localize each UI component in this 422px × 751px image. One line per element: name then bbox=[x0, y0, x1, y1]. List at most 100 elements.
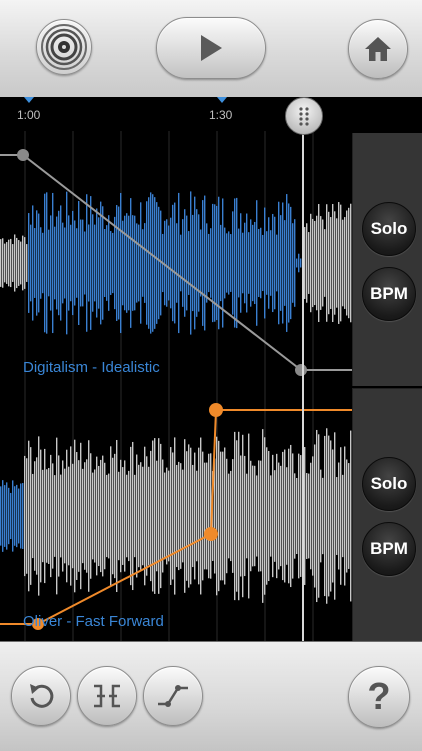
waveform-sample bbox=[0, 486, 2, 546]
waveform-sample bbox=[340, 204, 342, 322]
waveform-sample bbox=[202, 200, 204, 326]
waveform-sample bbox=[308, 473, 310, 559]
waveform-sample bbox=[208, 453, 210, 579]
waveform-sample bbox=[240, 213, 242, 313]
waveform-sample bbox=[16, 237, 18, 289]
waveform-sample bbox=[76, 452, 78, 580]
waveform-sample bbox=[194, 452, 196, 580]
undo-icon bbox=[30, 684, 54, 708]
waveform-sample bbox=[2, 238, 4, 288]
help-button[interactable]: ? bbox=[348, 666, 410, 728]
waveform-sample bbox=[86, 459, 88, 573]
undo-button[interactable] bbox=[11, 666, 71, 726]
waveform-sample bbox=[48, 229, 50, 297]
waveform-sample bbox=[38, 436, 40, 596]
waveform-sample bbox=[198, 214, 200, 312]
waveform-sample bbox=[298, 453, 300, 579]
waveform-sample bbox=[308, 232, 310, 294]
timeline-ruler[interactable]: 1:00 1:30 bbox=[0, 97, 422, 131]
waveform-sample bbox=[88, 440, 90, 592]
waveform-sample bbox=[312, 218, 314, 308]
waveform-sample bbox=[60, 474, 62, 558]
waveform-sample bbox=[246, 473, 248, 559]
playhead-handle[interactable] bbox=[285, 97, 323, 135]
waveform-sample bbox=[226, 458, 228, 574]
waveform-sample bbox=[206, 462, 208, 570]
waveform-sample bbox=[320, 216, 322, 310]
waveform-sample bbox=[290, 444, 292, 588]
waveform-sample bbox=[108, 473, 110, 559]
waveform-sample bbox=[348, 463, 350, 569]
waveform-sample bbox=[208, 233, 210, 293]
home-button[interactable] bbox=[348, 19, 408, 79]
waveform-sample bbox=[70, 224, 72, 302]
waveform-sample bbox=[62, 222, 64, 304]
waveform-sample bbox=[198, 447, 200, 585]
solo-button-track-2[interactable]: Solo bbox=[362, 457, 416, 511]
waveform-sample bbox=[280, 215, 282, 311]
waveform-sample bbox=[122, 467, 124, 565]
waveform-sample bbox=[44, 448, 46, 584]
envelope-point[interactable] bbox=[209, 403, 223, 417]
waveform-sample bbox=[24, 237, 26, 289]
waveform-sample bbox=[184, 209, 186, 317]
logo-button[interactable] bbox=[36, 19, 92, 75]
waveform-sample bbox=[134, 474, 136, 558]
waveform-sample bbox=[324, 229, 326, 297]
waveform-sample bbox=[68, 215, 70, 311]
waveform-sample bbox=[338, 462, 340, 570]
envelope-point[interactable] bbox=[17, 149, 29, 161]
waveform-sample bbox=[30, 224, 32, 302]
waveform-sample bbox=[246, 213, 248, 313]
waveform-sample bbox=[186, 451, 188, 581]
waveform-sample bbox=[310, 462, 312, 570]
waveform-sample bbox=[48, 467, 50, 565]
waveform-sample bbox=[130, 446, 132, 586]
waveform-sample bbox=[116, 205, 118, 321]
waveform-sample bbox=[180, 463, 182, 569]
waveform-sample bbox=[188, 444, 190, 588]
envelope-point[interactable] bbox=[295, 364, 307, 376]
waveform-sample bbox=[252, 224, 254, 302]
bpm-button-track-2[interactable]: BPM bbox=[362, 522, 416, 576]
waveform-sample bbox=[102, 206, 104, 320]
waveform-sample bbox=[274, 470, 276, 562]
waveform-sample bbox=[106, 474, 108, 558]
cue-marker-2[interactable] bbox=[217, 97, 227, 103]
waveform-sample bbox=[28, 213, 30, 313]
play-button[interactable] bbox=[156, 17, 266, 79]
waveform-sample bbox=[316, 215, 318, 311]
waveform-sample bbox=[178, 461, 180, 571]
waveform-sample bbox=[20, 241, 22, 285]
cue-marker-1[interactable] bbox=[24, 97, 34, 103]
waveform-sample bbox=[58, 455, 60, 577]
solo-button-track-1[interactable]: Solo bbox=[362, 202, 416, 256]
waveform-sample bbox=[22, 235, 24, 291]
waveform-sample bbox=[266, 447, 268, 585]
crossfade-curve-button[interactable] bbox=[143, 666, 203, 726]
waveform-sample bbox=[180, 234, 182, 292]
waveform-sample bbox=[170, 217, 172, 309]
waveform-track-1[interactable] bbox=[0, 191, 352, 335]
waveform-sample bbox=[324, 435, 326, 597]
waveform-sample bbox=[54, 226, 56, 300]
waveform-sample bbox=[74, 439, 76, 593]
waveform-sample bbox=[328, 211, 330, 315]
waveform-sample bbox=[134, 215, 136, 311]
waveform-sample bbox=[224, 227, 226, 299]
envelope-point[interactable] bbox=[204, 527, 218, 541]
waveform-sample bbox=[10, 238, 12, 288]
waveform-sample bbox=[248, 232, 250, 294]
bpm-button-track-1[interactable]: BPM bbox=[362, 267, 416, 321]
waveform-sample bbox=[36, 210, 38, 316]
waveform-sample bbox=[12, 480, 14, 552]
waveform-sample bbox=[34, 228, 36, 298]
waveform-sample bbox=[32, 205, 34, 321]
waveform-sample bbox=[114, 216, 116, 310]
waveform-sample bbox=[148, 466, 150, 566]
waveform-track-2[interactable] bbox=[0, 428, 352, 604]
waveform-sample bbox=[70, 446, 72, 586]
waveform-sample bbox=[268, 450, 270, 582]
split-button[interactable] bbox=[77, 666, 137, 726]
waveform-area[interactable] bbox=[0, 131, 352, 641]
